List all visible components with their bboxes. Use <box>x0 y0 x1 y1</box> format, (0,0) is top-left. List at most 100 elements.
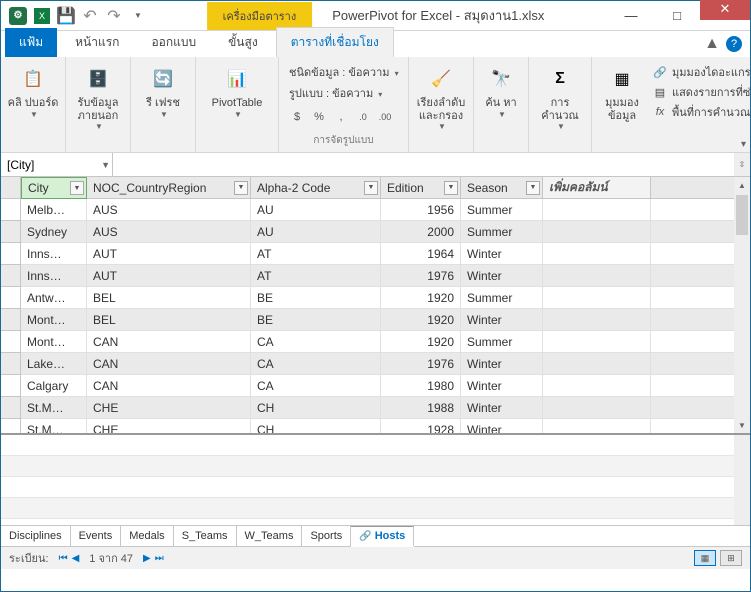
cell-alpha2[interactable]: CH <box>251 397 381 419</box>
get-external-data-button[interactable]: 🗄️ รับข้อมูล ภายนอก ▼ <box>72 61 124 131</box>
row-header[interactable] <box>1 375 21 397</box>
sheet-tab-steams[interactable]: S_Teams <box>174 526 237 546</box>
first-record-button[interactable]: ⏮ <box>59 553 68 564</box>
calc-row[interactable] <box>1 456 750 477</box>
cell-season[interactable]: Summer <box>461 221 543 243</box>
pivottable-button[interactable]: 📊 PivotTable ▼ <box>202 61 272 119</box>
table-row[interactable]: Melb…AUSAU1956Summer <box>1 199 750 221</box>
calc-row[interactable] <box>1 477 750 498</box>
cell-edition[interactable]: 1980 <box>381 375 461 397</box>
formula-expand-button[interactable]: ⇳ <box>734 153 750 176</box>
cell-season[interactable]: Winter <box>461 265 543 287</box>
calc-row[interactable] <box>1 498 750 519</box>
row-header[interactable] <box>1 397 21 419</box>
cell-empty[interactable] <box>543 243 651 265</box>
sheet-tab-sports[interactable]: Sports <box>302 526 351 546</box>
filter-icon[interactable]: ▼ <box>444 181 458 195</box>
cell-city[interactable]: St.M… <box>21 397 87 419</box>
cell-alpha2[interactable]: AT <box>251 265 381 287</box>
sheet-tab-wteams[interactable]: W_Teams <box>237 526 303 546</box>
diagram-view-button[interactable]: 🔗มุมมองไดอะแกรม <box>652 63 751 81</box>
cell-empty[interactable] <box>543 331 651 353</box>
data-view-button[interactable]: ▦ มุมมอง ข้อมูล <box>598 61 646 122</box>
format-selector[interactable]: รูปแบบ : ข้อความ ▾ <box>289 84 398 102</box>
cell-empty[interactable] <box>543 353 651 375</box>
select-all-corner[interactable] <box>1 177 21 199</box>
table-row[interactable]: Inns…AUTAT1976Winter <box>1 265 750 287</box>
app-logo[interactable]: ⚙ <box>7 5 29 27</box>
cell-city[interactable]: Mont… <box>21 309 87 331</box>
table-row[interactable]: CalgaryCANCA1980Winter <box>1 375 750 397</box>
column-header-noc[interactable]: NOC_CountryRegion▼ <box>87 177 251 199</box>
cell-edition[interactable]: 2000 <box>381 221 461 243</box>
cell-noc[interactable]: BEL <box>87 309 251 331</box>
calc-area-button[interactable]: fxพื้นที่การคำนวณ <box>652 103 751 121</box>
cell-empty[interactable] <box>543 221 651 243</box>
cell-season[interactable]: Summer <box>461 331 543 353</box>
cell-city[interactable]: Melb… <box>21 199 87 221</box>
table-row[interactable]: Antw…BELBE1920Summer <box>1 287 750 309</box>
cell-edition[interactable]: 1920 <box>381 331 461 353</box>
cell-edition[interactable]: 1964 <box>381 243 461 265</box>
tab-linked-table[interactable]: ตารางที่เชื่อมโยง <box>276 27 394 57</box>
row-header[interactable] <box>1 243 21 265</box>
minimize-button[interactable]: — <box>608 2 654 30</box>
cell-alpha2[interactable]: BE <box>251 309 381 331</box>
cell-noc[interactable]: CAN <box>87 353 251 375</box>
column-header-alpha2[interactable]: Alpha-2 Code▼ <box>251 177 381 199</box>
cell-city[interactable]: Lake… <box>21 353 87 375</box>
qat-customize[interactable]: ▼ <box>127 5 149 27</box>
cell-season[interactable]: Winter <box>461 309 543 331</box>
last-record-button[interactable]: ⏭ <box>155 553 164 564</box>
cell-alpha2[interactable]: CH <box>251 419 381 435</box>
refresh-button[interactable]: 🔄 รี เฟรช ▼ <box>137 61 189 119</box>
row-header[interactable] <box>1 353 21 375</box>
filter-icon[interactable]: ▼ <box>526 181 540 195</box>
cell-city[interactable]: Inns… <box>21 243 87 265</box>
table-row[interactable]: Lake…CANCA1976Winter <box>1 353 750 375</box>
maximize-button[interactable]: □ <box>654 2 700 30</box>
row-header[interactable] <box>1 265 21 287</box>
cell-season[interactable]: Winter <box>461 375 543 397</box>
datatype-selector[interactable]: ชนิดข้อมูล : ข้อความ ▾ <box>289 63 398 81</box>
increase-decimal-button[interactable]: .0 <box>355 109 371 125</box>
cell-noc[interactable]: AUT <box>87 243 251 265</box>
cell-noc[interactable]: AUT <box>87 265 251 287</box>
grid-view-toggle[interactable]: ▦ <box>694 550 716 566</box>
cell-empty[interactable] <box>543 397 651 419</box>
filter-icon[interactable]: ▼ <box>364 181 378 195</box>
sheet-tab-hosts[interactable]: 🔗Hosts <box>351 526 414 547</box>
cell-empty[interactable] <box>543 309 651 331</box>
cell-city[interactable]: St.M… <box>21 419 87 435</box>
add-column-header[interactable]: เพิ่มคอลัมน์ <box>543 177 651 199</box>
show-hidden-button[interactable]: ▤แสดงรายการที่ซ่อนอยู่ <box>652 83 751 101</box>
tab-file[interactable]: แฟ้ม <box>5 28 57 57</box>
help-button[interactable]: ? <box>726 36 742 52</box>
table-row[interactable]: St.M…CHECH1928Winter <box>1 419 750 435</box>
column-header-city[interactable]: City▼ <box>21 177 87 199</box>
cell-empty[interactable] <box>543 375 651 397</box>
filter-icon[interactable]: ▼ <box>70 181 84 195</box>
cell-alpha2[interactable]: CA <box>251 375 381 397</box>
undo-button[interactable]: ↶ <box>79 5 101 27</box>
cell-season[interactable]: Summer <box>461 199 543 221</box>
sheet-tab-medals[interactable]: Medals <box>121 526 173 546</box>
decrease-decimal-button[interactable]: .00 <box>377 109 393 125</box>
excel-button[interactable]: X <box>31 5 53 27</box>
cell-empty[interactable] <box>543 199 651 221</box>
cell-noc[interactable]: CHE <box>87 397 251 419</box>
diagram-view-toggle[interactable]: ⊞ <box>720 550 742 566</box>
find-button[interactable]: 🔭 ค้น หา ▼ <box>480 61 522 119</box>
next-record-button[interactable]: ▶ <box>143 553 151 564</box>
cell-city[interactable]: Sydney <box>21 221 87 243</box>
tab-design[interactable]: ออกแบบ <box>137 28 210 57</box>
close-button[interactable]: ✕ <box>700 0 750 20</box>
cell-alpha2[interactable]: CA <box>251 331 381 353</box>
table-row[interactable]: Inns…AUTAT1964Winter <box>1 243 750 265</box>
row-header[interactable] <box>1 419 21 435</box>
cell-city[interactable]: Inns… <box>21 265 87 287</box>
row-header[interactable] <box>1 309 21 331</box>
cell-edition[interactable]: 1928 <box>381 419 461 435</box>
tab-home[interactable]: หน้าแรก <box>61 28 133 57</box>
sheet-tab-events[interactable]: Events <box>71 526 122 546</box>
